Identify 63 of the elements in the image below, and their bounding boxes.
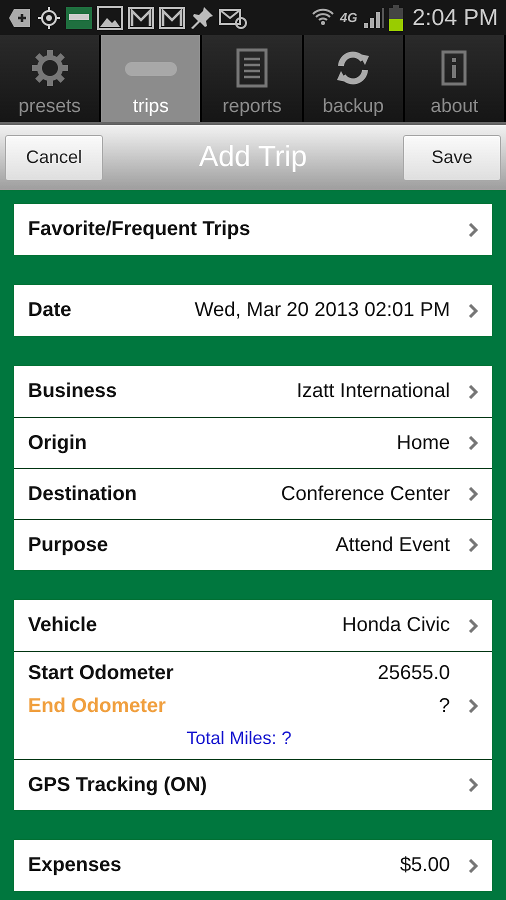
cancel-button[interactable]: Cancel <box>5 134 103 180</box>
gear-icon <box>30 48 70 88</box>
list-row[interactable]: Purpose Attend Event <box>14 519 492 570</box>
list-row[interactable]: Start Odometer 25655.0 End Odometer ? Total Miles: ? <box>14 651 492 759</box>
location-target-icon <box>37 6 61 30</box>
row-label: Destination <box>28 482 137 506</box>
row-label: Start Odometer <box>28 662 174 685</box>
chevron-icon <box>468 222 478 236</box>
pushpin-icon <box>190 6 214 30</box>
list-row[interactable]: Business Izatt International <box>14 366 492 417</box>
row-value: 25655.0 <box>378 662 450 685</box>
total-miles: Total Miles: ? <box>186 728 292 749</box>
mail-icon <box>128 6 154 28</box>
email-icon <box>219 6 247 28</box>
list-row[interactable]: Origin Home <box>14 417 492 468</box>
network-type: 4G <box>340 10 358 25</box>
row-label: Vehicle <box>28 614 97 637</box>
list-row[interactable]: Favorite/Frequent Trips <box>14 204 492 255</box>
row-label: Purpose <box>28 534 108 556</box>
tab[interactable]: presets <box>0 35 102 122</box>
save-button[interactable]: Save <box>403 134 501 180</box>
row-value: Izatt International <box>296 380 450 403</box>
row-value: Attend Event <box>335 534 450 556</box>
battery-icon <box>389 4 404 30</box>
add-notification-icon <box>8 6 32 28</box>
document-icon <box>236 48 268 88</box>
row-label: Favorite/Frequent Trips <box>28 218 250 241</box>
screen-title: Add Trip <box>199 141 307 174</box>
tab[interactable]: reports <box>202 35 304 122</box>
row-value: Wed, Mar 20 2013 02:01 PM <box>194 299 450 322</box>
row-label: Expenses <box>28 854 122 877</box>
list-row[interactable]: Expenses $5.00 <box>14 840 492 891</box>
mail-icon <box>159 6 185 28</box>
list-row[interactable]: Destination Conference Center <box>14 468 492 519</box>
clock: 2:04 PM <box>412 4 498 31</box>
list-row[interactable]: Vehicle Honda Civic <box>14 600 492 651</box>
chevron-icon <box>468 538 478 552</box>
tab[interactable]: about <box>404 35 506 122</box>
row-label: GPS Tracking (ON) <box>28 774 207 796</box>
chevron-icon <box>468 436 478 450</box>
list-row[interactable]: GPS Tracking (ON) <box>14 759 492 810</box>
image-icon <box>97 6 123 30</box>
chevron-icon <box>468 858 478 872</box>
tab[interactable]: backup <box>304 35 405 122</box>
list-row[interactable]: Date Wed, Mar 20 2013 02:01 PM <box>14 285 492 336</box>
row-value: $5.00 <box>400 854 450 877</box>
row-value: ? <box>438 695 450 718</box>
ram-chip-icon <box>66 6 92 30</box>
chevron-icon <box>468 487 478 501</box>
signal-icon <box>362 6 384 28</box>
row-value: Honda Civic <box>342 614 450 637</box>
info-icon <box>441 48 468 88</box>
chevron-icon <box>468 618 478 632</box>
row-label: Business <box>28 380 117 403</box>
chevron-icon <box>468 698 478 712</box>
row-label: Date <box>28 299 72 322</box>
chevron-icon <box>468 384 478 398</box>
row-value: Home <box>396 432 450 454</box>
row-label: End Odometer <box>28 695 167 718</box>
row-label: Origin <box>28 432 87 454</box>
chevron-icon <box>468 778 478 792</box>
row-value: Conference Center <box>281 482 450 506</box>
chevron-icon <box>468 304 478 318</box>
